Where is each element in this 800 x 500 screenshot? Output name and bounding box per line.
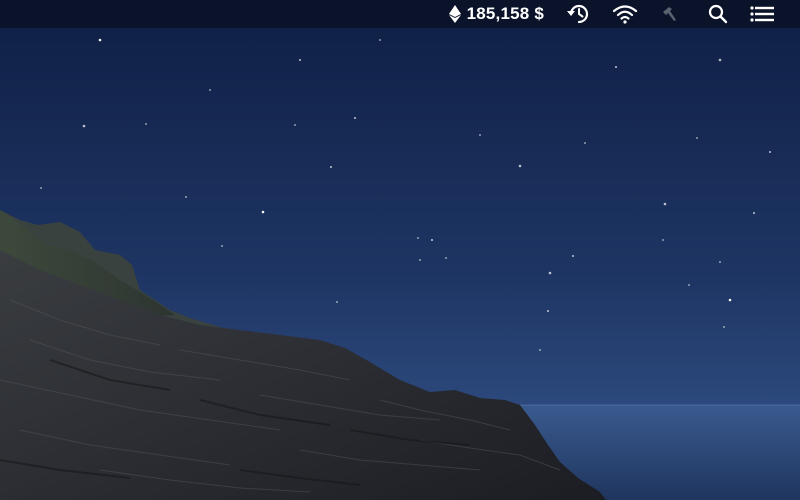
star bbox=[718, 58, 722, 62]
wallpaper-night-coast bbox=[0, 0, 800, 500]
star bbox=[209, 89, 211, 91]
star bbox=[185, 196, 187, 198]
star bbox=[299, 59, 301, 61]
notification-center-icon[interactable] bbox=[750, 0, 774, 28]
ethereum-icon bbox=[448, 5, 461, 23]
star bbox=[753, 212, 755, 214]
star bbox=[572, 255, 574, 257]
star bbox=[417, 237, 419, 239]
time-machine-icon[interactable] bbox=[566, 0, 590, 28]
star bbox=[354, 117, 356, 119]
star bbox=[330, 166, 332, 168]
star bbox=[221, 245, 223, 247]
star bbox=[336, 301, 338, 303]
star bbox=[82, 124, 86, 128]
star bbox=[663, 202, 667, 206]
wifi-icon[interactable] bbox=[612, 0, 638, 28]
star bbox=[719, 261, 721, 263]
crypto-ticker[interactable]: 185,158 $ bbox=[448, 0, 544, 28]
star bbox=[728, 298, 732, 302]
star bbox=[539, 349, 541, 351]
star bbox=[696, 137, 698, 139]
star bbox=[518, 164, 522, 168]
star bbox=[145, 123, 147, 125]
star bbox=[662, 239, 664, 241]
star bbox=[547, 310, 549, 312]
star bbox=[479, 134, 481, 136]
star bbox=[294, 124, 296, 126]
star bbox=[40, 187, 42, 189]
star bbox=[261, 210, 265, 214]
star bbox=[445, 257, 447, 259]
star bbox=[688, 284, 690, 286]
menu-bar: 185,158 $ bbox=[0, 0, 800, 28]
star bbox=[431, 239, 433, 241]
star bbox=[548, 271, 552, 275]
star bbox=[584, 142, 586, 144]
hammer-icon[interactable] bbox=[660, 0, 678, 28]
desktop-wallpaper bbox=[0, 0, 800, 500]
star bbox=[723, 326, 725, 328]
star bbox=[419, 259, 421, 261]
star bbox=[615, 66, 617, 68]
crypto-price: 185,158 $ bbox=[466, 4, 544, 23]
star bbox=[769, 151, 771, 153]
search-icon[interactable] bbox=[708, 0, 728, 28]
star bbox=[379, 39, 381, 41]
star bbox=[98, 38, 102, 42]
